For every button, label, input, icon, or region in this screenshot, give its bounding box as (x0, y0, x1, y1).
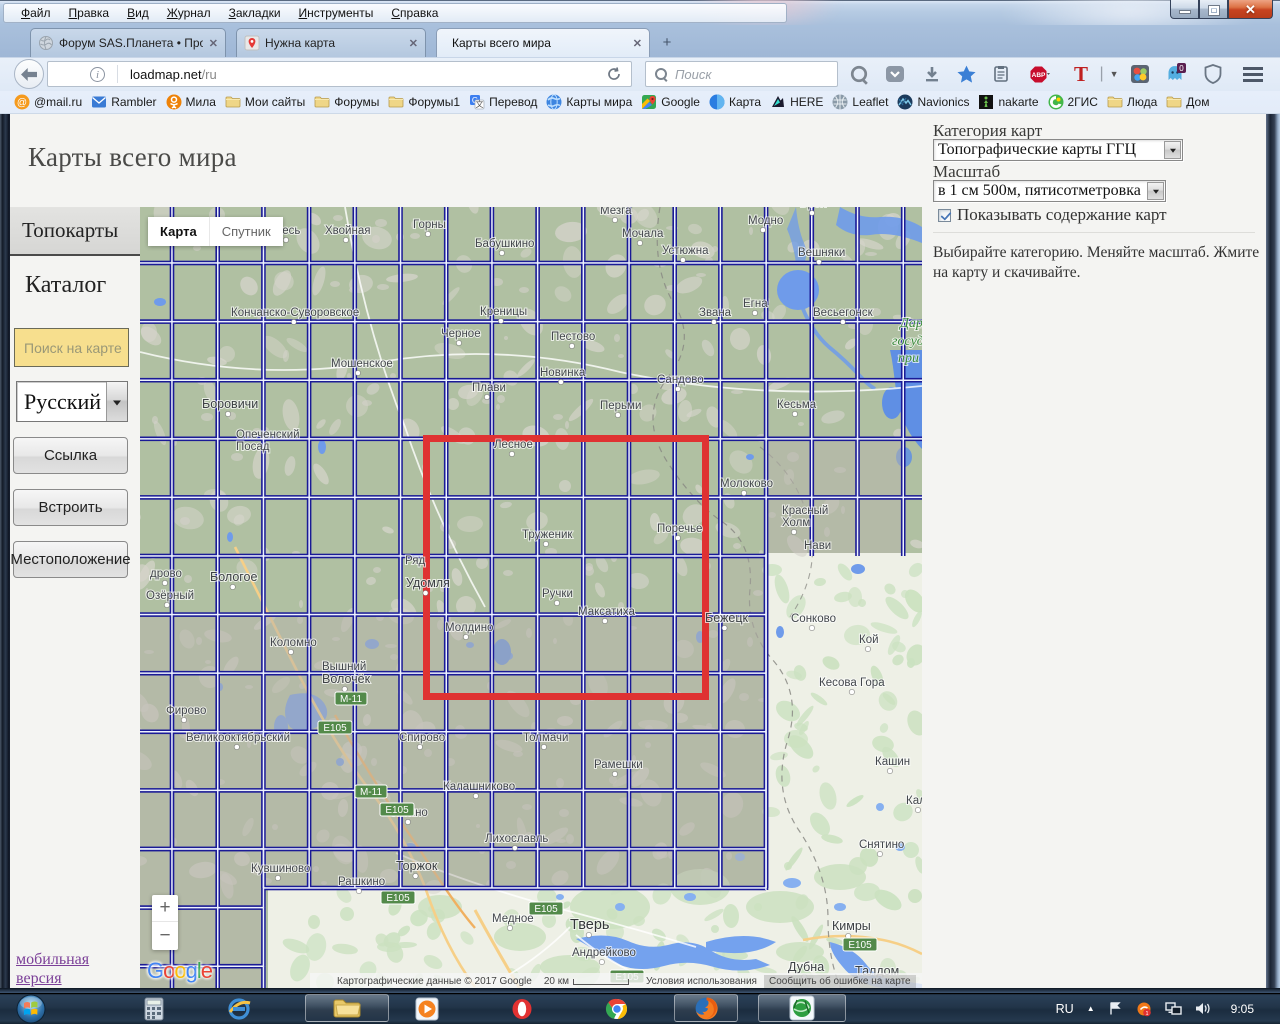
svg-text:Андрейково: Андрейково (572, 947, 636, 959)
svg-text:Лихославль: Лихославль (485, 833, 548, 845)
svg-text:Брей: Брей (800, 207, 827, 210)
svg-text:М-11: М-11 (340, 694, 362, 705)
svg-text:E105: E105 (386, 893, 410, 904)
svg-text:E105: E105 (385, 805, 409, 816)
svg-text:Мезга: Мезга (600, 207, 632, 217)
svg-text:Кувшиново: Кувшиново (251, 863, 310, 875)
svg-text:дрово: дрово (150, 568, 182, 580)
svg-text:Вешняки: Вешняки (798, 247, 845, 259)
svg-text:Молдино: Молдино (445, 622, 493, 634)
svg-text:Боровичи: Боровичи (202, 397, 258, 411)
svg-text:Горны: Горны (413, 219, 446, 231)
svg-text:Хвойная: Хвойная (325, 225, 370, 237)
svg-text:Опеченский: Опеченский (236, 429, 300, 441)
svg-text:Бежецк: Бежецк (705, 611, 748, 625)
svg-text:Снятино: Снятино (859, 839, 904, 851)
svg-text:1: 1 (1145, 1011, 1148, 1017)
svg-text:Поречье: Поречье (657, 523, 702, 535)
svg-text:Коломно: Коломно (270, 637, 317, 649)
svg-text:Дар: Дар (898, 316, 922, 331)
svg-text:Мошенское: Мошенское (331, 358, 393, 370)
svg-text:E105: E105 (323, 723, 347, 734)
svg-text:Ряд: Ряд (405, 555, 426, 567)
svg-text:Кончанско-Суворовское: Кончанско-Суворовское (231, 307, 359, 319)
svg-text:Перьми: Перьми (600, 400, 641, 412)
svg-text:Труженик: Труженик (522, 529, 573, 541)
svg-text:Фирово: Фирово (166, 705, 206, 717)
svg-text:Пестово: Пестово (551, 331, 595, 343)
svg-text:Новинка: Новинка (540, 367, 586, 379)
svg-text:Лесное: Лесное (494, 439, 533, 451)
svg-text:Весьегонск: Весьегонск (813, 307, 874, 319)
svg-text:文: 文 (476, 99, 484, 109)
svg-text:Креницы: Креницы (480, 306, 527, 318)
svg-text:Дубна: Дубна (788, 960, 824, 974)
svg-text:М-11: М-11 (360, 787, 382, 798)
svg-text:Толмачи: Толмачи (523, 732, 568, 744)
svg-text:Торжок: Торжок (396, 859, 438, 873)
svg-text:Бологое: Бологое (210, 570, 258, 584)
svg-text:Калашниково: Калашниково (443, 781, 515, 793)
svg-text:Волочёк: Волочёк (322, 672, 371, 686)
svg-text:Мочала: Мочала (622, 228, 664, 240)
svg-text:госуда: госуда (892, 334, 922, 349)
svg-text:Кимры: Кимры (832, 919, 871, 933)
svg-text:Нави: Нави (804, 540, 831, 552)
svg-text:E105: E105 (534, 904, 558, 915)
svg-text:Сандово: Сандово (657, 374, 704, 386)
svg-text:Рашкино: Рашкино (338, 876, 385, 888)
svg-text:Великооктябрьский: Великооктябрьский (186, 732, 290, 744)
svg-text:Плави: Плави (472, 382, 506, 394)
svg-text:Красный: Красный (782, 505, 828, 517)
svg-text:E105: E105 (848, 940, 872, 951)
svg-text:Молоково: Молоково (720, 478, 773, 490)
svg-text:@: @ (17, 98, 27, 109)
svg-text:Модно: Модно (748, 215, 783, 227)
svg-text:0: 0 (1179, 64, 1184, 73)
svg-text:Кесова Гора: Кесова Гора (819, 677, 885, 689)
svg-text:Холм: Холм (782, 517, 810, 529)
svg-text:Кашин: Кашин (875, 756, 910, 768)
svg-text:ABP: ABP (1032, 72, 1046, 79)
svg-text:Максатиха: Максатиха (578, 606, 635, 618)
svg-text:Рамешки: Рамешки (594, 759, 643, 771)
svg-text:Удомля: Удомля (406, 576, 450, 590)
svg-text:Каля: Каля (906, 795, 922, 807)
svg-text:Кой: Кой (859, 634, 879, 646)
svg-text:Звана: Звана (699, 307, 732, 319)
svg-text:Егна: Егна (743, 298, 768, 310)
svg-text:при: при (898, 351, 919, 366)
svg-text:Медное: Медное (492, 913, 534, 925)
svg-text:Черное: Черное (441, 328, 481, 340)
svg-text:Тверь: Тверь (570, 917, 609, 933)
svg-text:Спирово: Спирово (399, 732, 445, 744)
svg-text:Устюжна: Устюжна (662, 245, 709, 257)
svg-text:Посад: Посад (236, 441, 270, 453)
svg-text:Кесьма: Кесьма (777, 399, 817, 411)
svg-text:Ручки: Ручки (542, 588, 573, 600)
svg-text:Бабушкино: Бабушкино (475, 238, 534, 250)
svg-text:Озёрный: Озёрный (146, 590, 194, 602)
svg-text:Сонково: Сонково (791, 613, 836, 625)
